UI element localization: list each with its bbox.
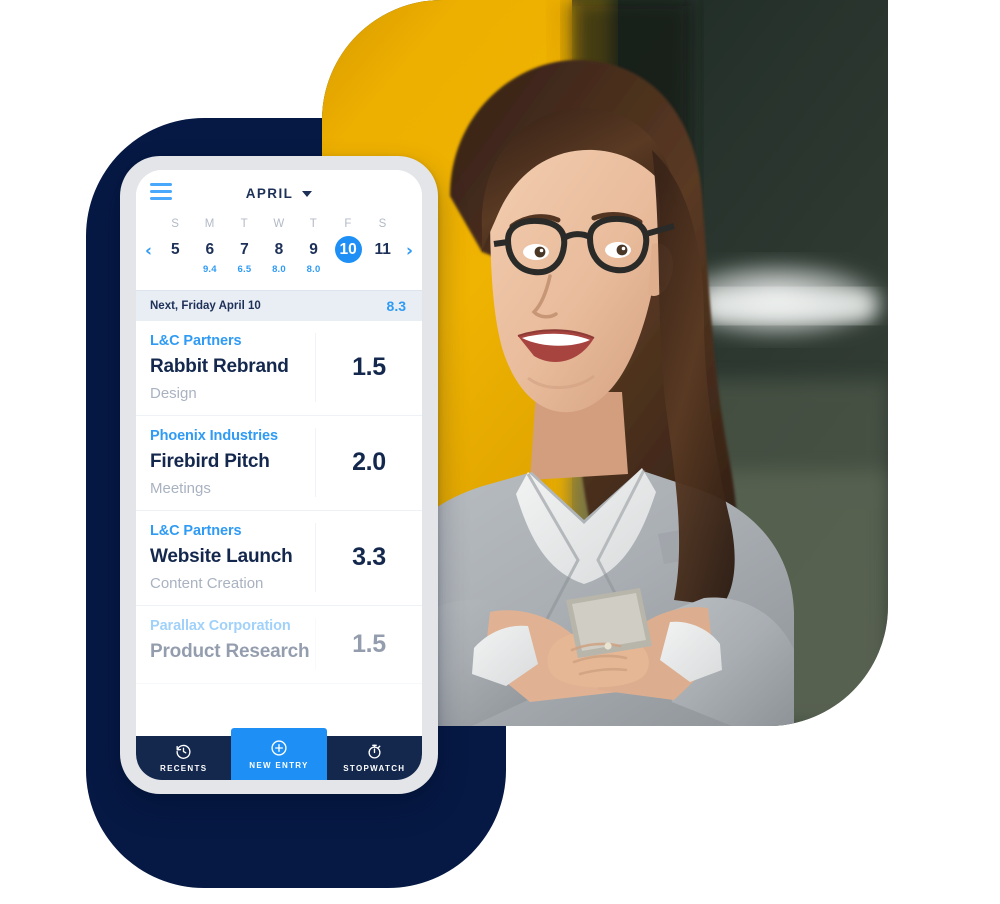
calendar-day[interactable]: 5 <box>158 236 193 280</box>
weekday-label: S <box>171 218 180 230</box>
time-entry-list[interactable]: L&C Partners Rabbit Rebrand Design 1.5 P… <box>136 321 422 780</box>
time-entry-row[interactable]: Parallax Corporation Product Research 1.… <box>136 606 422 684</box>
weekday-label: M <box>204 218 215 230</box>
time-entry-row[interactable]: L&C Partners Website Launch Content Crea… <box>136 511 422 606</box>
entry-task: Website Launch <box>150 546 293 567</box>
chevron-down-icon <box>302 191 313 197</box>
month-selector[interactable]: APRIL <box>136 186 422 201</box>
tab-recents-label: RECENTS <box>160 764 208 773</box>
time-entry-details: L&C Partners Website Launch Content Crea… <box>136 523 315 592</box>
day-summary-total: 8.3 <box>386 298 406 314</box>
calendar-day-number: 8 <box>274 240 284 258</box>
weekday-header-row: S M T W T F S <box>136 218 422 236</box>
calendar-day-number: 7 <box>240 240 249 258</box>
entry-task: Rabbit Rebrand <box>150 356 289 377</box>
calendar-day-number: 11 <box>374 240 391 258</box>
entry-category: Design <box>150 385 197 402</box>
entry-hours: 3.3 <box>315 523 422 592</box>
calendar-day[interactable]: 7 6.5 <box>227 236 262 280</box>
weekday-label: W <box>273 218 285 230</box>
calendar-day-hours: 6.5 <box>237 264 252 275</box>
month-label: APRIL <box>245 185 294 201</box>
entry-task: Firebird Pitch <box>150 451 270 472</box>
entry-hours: 1.5 <box>315 333 422 402</box>
chevron-left-icon[interactable]: ‹ <box>145 243 152 260</box>
calendar-day[interactable]: 9 8.0 <box>296 236 331 280</box>
entry-task: Product Research <box>150 641 310 662</box>
calendar-day-hours: 9.4 <box>202 264 217 275</box>
week-calendar: ‹ › S M T W T F S 5 6 9.4 7 6.5 8 8.0 9 … <box>136 216 422 290</box>
day-row: 5 6 9.4 7 6.5 8 8.0 9 8.0 10 11 <box>136 236 422 280</box>
calendar-day-hours <box>331 264 366 275</box>
tab-new-entry[interactable]: NEW ENTRY <box>231 728 327 780</box>
calendar-day-hours <box>158 264 193 275</box>
stopwatch-icon <box>366 743 383 760</box>
calendar-day-number: 6 <box>205 240 215 258</box>
entry-client: Parallax Corporation <box>150 618 291 634</box>
tab-new-entry-label: NEW ENTRY <box>249 760 309 770</box>
clock-rewind-icon <box>175 743 192 760</box>
calendar-day-hours <box>365 264 400 275</box>
calendar-day[interactable]: 8 8.0 <box>262 236 297 280</box>
calendar-day-number: 5 <box>170 240 180 258</box>
phone-screen: APRIL ‹ › S M T W T F S 5 6 9.4 7 6.5 8 … <box>136 170 422 780</box>
calendar-day-number: 9 <box>309 240 318 258</box>
app-header: APRIL <box>136 170 422 216</box>
hamburger-menu-icon[interactable] <box>150 183 172 200</box>
weekday-label: T <box>309 218 318 230</box>
tab-stopwatch-label: STOPWATCH <box>343 764 406 773</box>
time-entry-row[interactable]: L&C Partners Rabbit Rebrand Design 1.5 <box>136 321 422 416</box>
weekday-label: S <box>378 218 387 230</box>
time-entry-details: Phoenix Industries Firebird Pitch Meetin… <box>136 428 315 497</box>
time-entry-details: L&C Partners Rabbit Rebrand Design <box>136 333 315 402</box>
calendar-day-selected[interactable]: 10 <box>331 236 366 280</box>
weekday-label: T <box>240 218 249 230</box>
chevron-right-icon[interactable]: › <box>406 243 413 260</box>
calendar-day-hours: 8.0 <box>306 264 321 275</box>
calendar-day-hours: 8.0 <box>272 264 286 275</box>
plus-circle-icon <box>270 739 288 757</box>
day-summary-bar: Next, Friday April 10 8.3 <box>136 290 422 321</box>
entry-hours: 1.5 <box>315 618 422 670</box>
entry-category: Meetings <box>150 480 211 497</box>
tab-stopwatch[interactable]: STOPWATCH <box>327 736 422 780</box>
day-summary-label: Next, Friday April 10 <box>150 300 261 312</box>
tab-recents[interactable]: RECENTS <box>136 736 231 780</box>
entry-client: L&C Partners <box>150 333 242 349</box>
bottom-tab-bar: RECENTS NEW ENTRY STOPWATCH <box>136 728 422 780</box>
entry-category: Content Creation <box>150 575 264 592</box>
calendar-day[interactable]: 6 9.4 <box>193 236 228 280</box>
time-entry-row[interactable]: Phoenix Industries Firebird Pitch Meetin… <box>136 416 422 511</box>
entry-hours: 2.0 <box>315 428 422 497</box>
composition-stage: APRIL ‹ › S M T W T F S 5 6 9.4 7 6.5 8 … <box>0 0 1000 904</box>
entry-client: L&C Partners <box>150 523 242 539</box>
phone-mockup: APRIL ‹ › S M T W T F S 5 6 9.4 7 6.5 8 … <box>120 156 438 794</box>
weekday-label: F <box>344 218 352 230</box>
calendar-day[interactable]: 11 <box>365 236 400 280</box>
entry-client: Phoenix Industries <box>150 428 278 444</box>
time-entry-details: Parallax Corporation Product Research <box>136 618 315 670</box>
calendar-day-number: 10 <box>334 236 362 263</box>
